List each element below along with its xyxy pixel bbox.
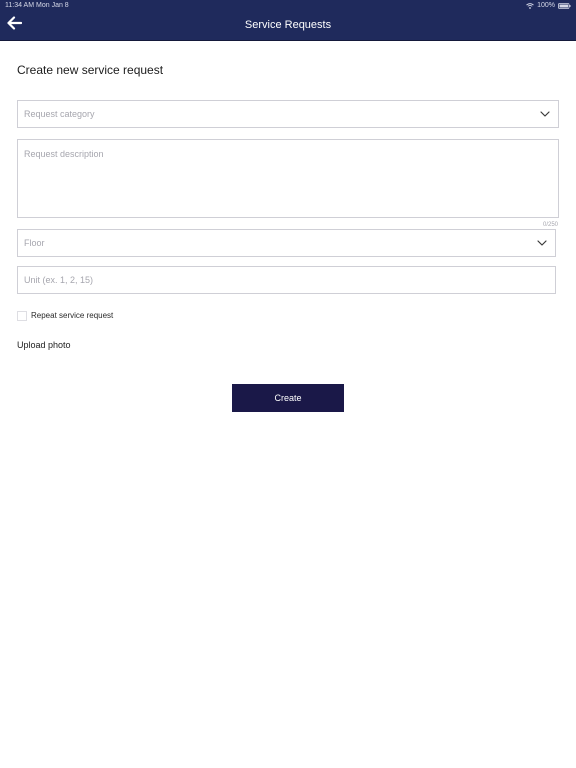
unit-placeholder: Unit (ex. 1, 2, 15) [24,275,94,285]
floor-placeholder: Floor [24,238,45,248]
wifi-icon [526,2,534,9]
description-char-counter: 0/250 [542,222,558,228]
header-title: Service Requests [244,19,332,31]
app-header: 11:34 AM Mon Jan 8 100% Service Requests [0,0,576,41]
battery-icon [558,2,571,9]
create-button[interactable]: Create [232,384,344,412]
chevron-down-icon [540,111,550,117]
request-category-select[interactable]: Request category [17,100,559,128]
upload-photo-link[interactable]: Upload photo [17,340,71,351]
repeat-request-checkbox[interactable] [17,311,27,321]
request-description-input[interactable]: Request description [17,139,559,218]
repeat-request-label: Repeat service request [31,311,114,320]
floor-select[interactable]: Floor [17,229,556,257]
request-category-placeholder: Request category [24,109,95,119]
repeat-request-row[interactable]: Repeat service request [17,311,113,321]
battery-percent: 100% [537,2,555,9]
page-title: Create new service request [17,63,164,77]
status-indicators: 100% [526,1,571,10]
status-time-date: 11:34 AM Mon Jan 8 [5,2,69,9]
unit-input[interactable]: Unit (ex. 1, 2, 15) [17,266,556,294]
chevron-down-icon [537,240,547,246]
request-description-placeholder: Request description [24,149,104,159]
